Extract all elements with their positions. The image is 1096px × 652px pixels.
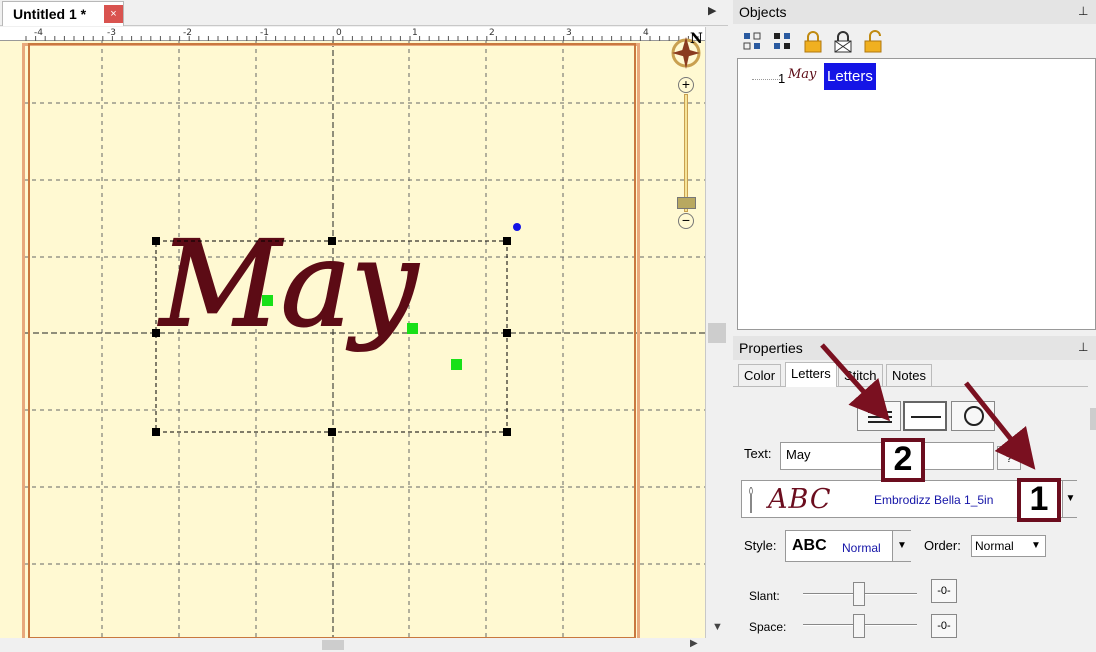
annotation-box-1: 1 (1017, 478, 1061, 522)
annotation-arrow-2 (820, 343, 890, 422)
annotation-box-2: 2 (881, 438, 925, 482)
annotation-arrow-1 (964, 381, 1036, 470)
annotation-arrows (820, 343, 1036, 470)
